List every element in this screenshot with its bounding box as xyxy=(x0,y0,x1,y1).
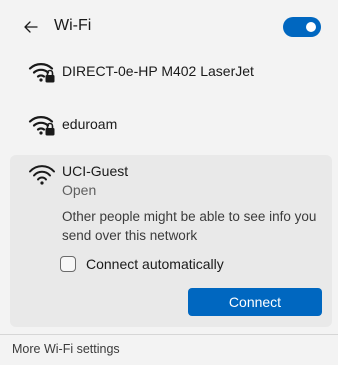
connect-automatically-checkbox[interactable]: Connect automatically xyxy=(60,253,224,275)
checkbox-box[interactable] xyxy=(60,256,76,272)
wifi-toggle[interactable] xyxy=(283,17,321,37)
network-item-uci-guest[interactable]: UCI-Guest Open Other people might be abl… xyxy=(10,155,332,327)
toggle-knob xyxy=(306,22,316,32)
back-button[interactable] xyxy=(18,12,44,42)
wifi-secured-icon xyxy=(28,116,55,136)
connect-button[interactable]: Connect xyxy=(188,288,322,316)
arrow-left-icon xyxy=(24,21,38,33)
network-status: Open xyxy=(62,182,97,198)
network-name: UCI-Guest xyxy=(62,163,129,179)
security-warning: Other people might be able to see info y… xyxy=(62,209,317,243)
page-title: Wi-Fi xyxy=(54,17,92,34)
wifi-secured-icon xyxy=(28,63,55,83)
network-item-hp-laserjet[interactable]: DIRECT-0e-HP M402 LaserJet xyxy=(0,46,338,98)
footer-divider xyxy=(0,334,338,335)
wifi-flyout: Wi-Fi DIRECT-0e-HP M402 LaserJet eduroam xyxy=(0,0,338,365)
network-name: eduroam xyxy=(62,116,118,132)
wifi-icon xyxy=(29,165,55,185)
network-name: DIRECT-0e-HP M402 LaserJet xyxy=(62,63,254,79)
checkbox-label: Connect automatically xyxy=(86,256,224,272)
network-item-eduroam[interactable]: eduroam xyxy=(0,99,338,151)
more-wifi-settings-link[interactable]: More Wi-Fi settings xyxy=(12,342,120,356)
